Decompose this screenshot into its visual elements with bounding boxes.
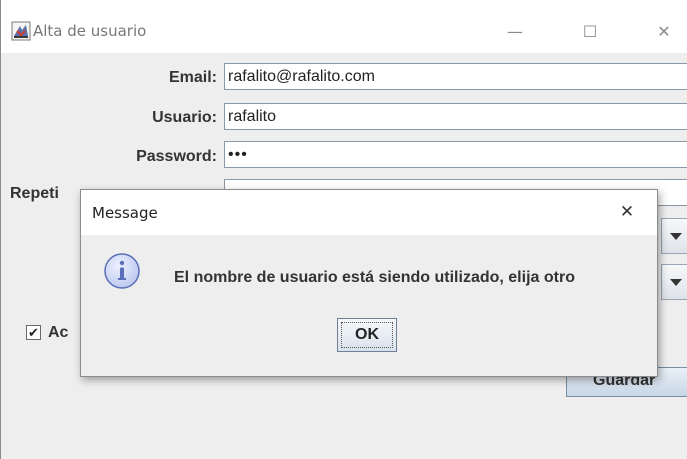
alta-de-usuario-window: Alta de usuario — ☐ ✕ Email: rafalito@ra… [0, 0, 687, 459]
dialog-title: Message [92, 204, 158, 222]
ok-button[interactable]: OK [337, 318, 397, 352]
dialog-close-button[interactable]: ✕ [609, 199, 645, 225]
close-button[interactable]: ✕ [641, 19, 687, 45]
password-label: Password: [136, 148, 217, 165]
repeat-password-label: Repeti [10, 185, 59, 202]
message-dialog: Message ✕ El nombre de usuario está sien… [80, 189, 658, 377]
username-field[interactable]: rafalito [224, 103, 687, 130]
combo-dropdown-button-1[interactable] [661, 218, 687, 254]
window-titlebar[interactable]: Alta de usuario — ☐ ✕ [1, 0, 687, 53]
minimize-button[interactable]: — [492, 19, 538, 45]
password-field[interactable]: ••• [224, 141, 687, 168]
focus-ring [341, 322, 393, 348]
dialog-titlebar[interactable]: Message ✕ [81, 190, 657, 235]
window-title: Alta de usuario [33, 22, 147, 40]
email-field[interactable]: rafalito@rafalito.com [224, 63, 687, 90]
dialog-message: El nombre de usuario está siendo utiliza… [174, 269, 575, 286]
chevron-down-icon [670, 279, 682, 286]
maximize-button[interactable]: ☐ [567, 19, 613, 45]
chevron-down-icon [670, 233, 682, 240]
accept-checkbox[interactable]: ✔ [26, 325, 41, 340]
email-label: Email: [168, 69, 217, 86]
combo-dropdown-button-2[interactable] [661, 264, 687, 300]
accept-checkbox-label: Ac [48, 324, 69, 341]
java-app-icon [11, 21, 31, 41]
information-icon [104, 253, 140, 289]
username-label: Usuario: [152, 109, 217, 126]
